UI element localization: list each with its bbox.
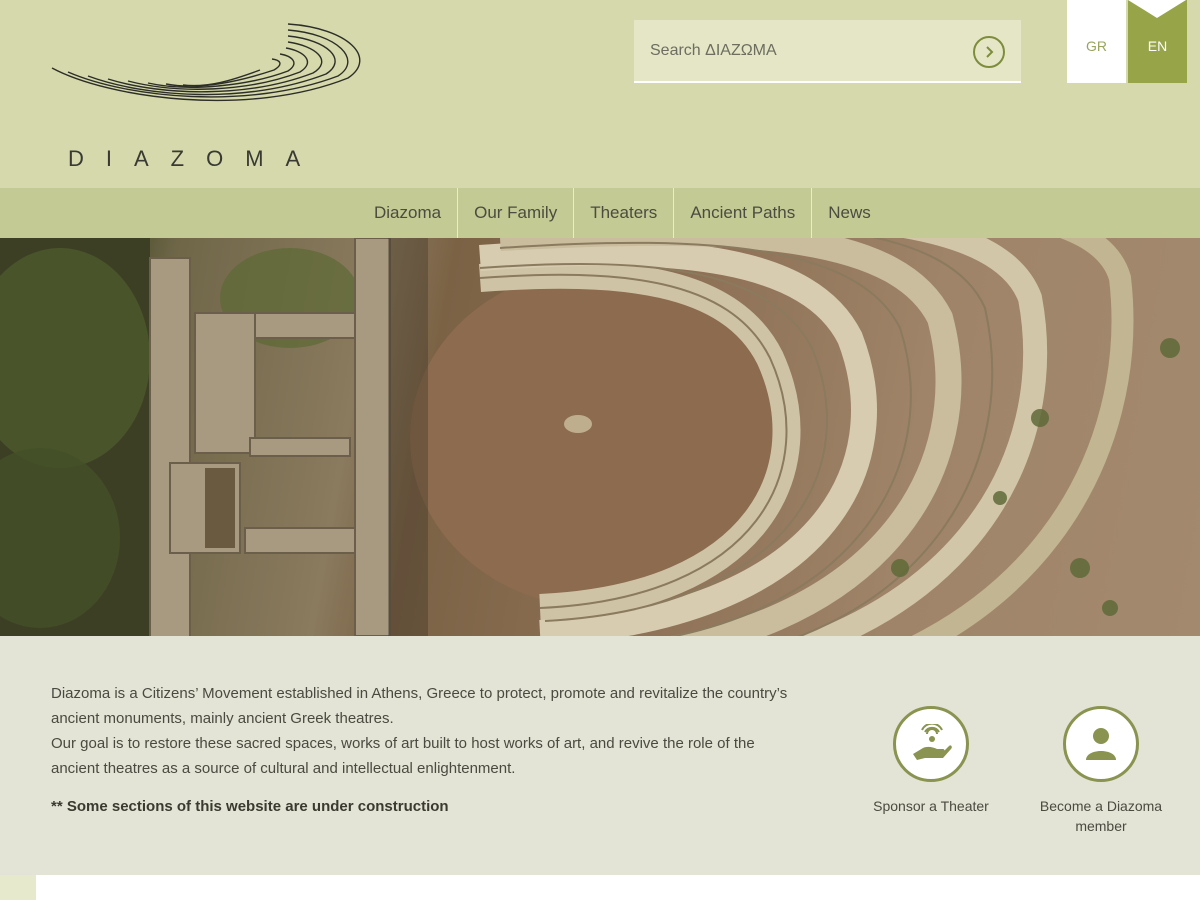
become-member-label: Become a Diazoma member xyxy=(1039,798,1163,834)
language-en-button[interactable]: EN xyxy=(1128,0,1187,83)
person-icon xyxy=(1086,728,1116,760)
sponsor-icon-circle xyxy=(893,706,969,782)
nav-item-ancient-paths[interactable]: Ancient Paths xyxy=(673,188,811,238)
intro-paragraph-1: Diazoma is a Citizens’ Movement establis… xyxy=(51,685,788,727)
footer-strip xyxy=(0,875,1200,900)
footer-tab xyxy=(0,875,36,900)
language-gr-button[interactable]: GR xyxy=(1067,0,1126,83)
search-submit-button[interactable] xyxy=(973,36,1005,68)
logo-arcs-icon xyxy=(51,23,361,102)
active-language-notch xyxy=(1128,0,1186,18)
sponsor-theater-link[interactable]: Sponsor a Theater xyxy=(856,706,1006,816)
become-member-link[interactable]: Become a Diazoma member xyxy=(1026,706,1176,836)
site-header: DIAZOMA GR EN xyxy=(0,0,1200,188)
main-nav: Diazoma Our Family Theaters Ancient Path… xyxy=(0,188,1200,238)
intro-section: Diazoma is a Citizens’ Movement establis… xyxy=(0,636,1200,875)
construction-notice: ** Some sections of this website are und… xyxy=(51,798,449,815)
member-icon-circle xyxy=(1063,706,1139,782)
nav-item-news[interactable]: News xyxy=(811,188,887,238)
search-input[interactable] xyxy=(634,20,964,81)
intro-paragraph-2: Our goal is to restore these sacred spac… xyxy=(51,735,755,777)
sponsor-theater-label: Sponsor a Theater xyxy=(873,798,989,814)
aerial-theatre-photo xyxy=(0,238,1180,636)
site-logo[interactable]: DIAZOMA xyxy=(48,18,368,171)
logo-wordmark: DIAZOMA xyxy=(68,146,323,171)
intro-text: Diazoma is a Citizens’ Movement establis… xyxy=(51,681,791,781)
search-box xyxy=(634,20,1021,83)
nav-item-our-family[interactable]: Our Family xyxy=(457,188,573,238)
hero-image xyxy=(0,238,1200,636)
chevron-right-icon xyxy=(986,46,994,58)
language-en-label: EN xyxy=(1147,37,1168,54)
hand-giving-icon xyxy=(913,724,952,760)
nav-item-diazoma[interactable]: Diazoma xyxy=(358,188,457,238)
nav-item-theaters[interactable]: Theaters xyxy=(573,188,673,238)
